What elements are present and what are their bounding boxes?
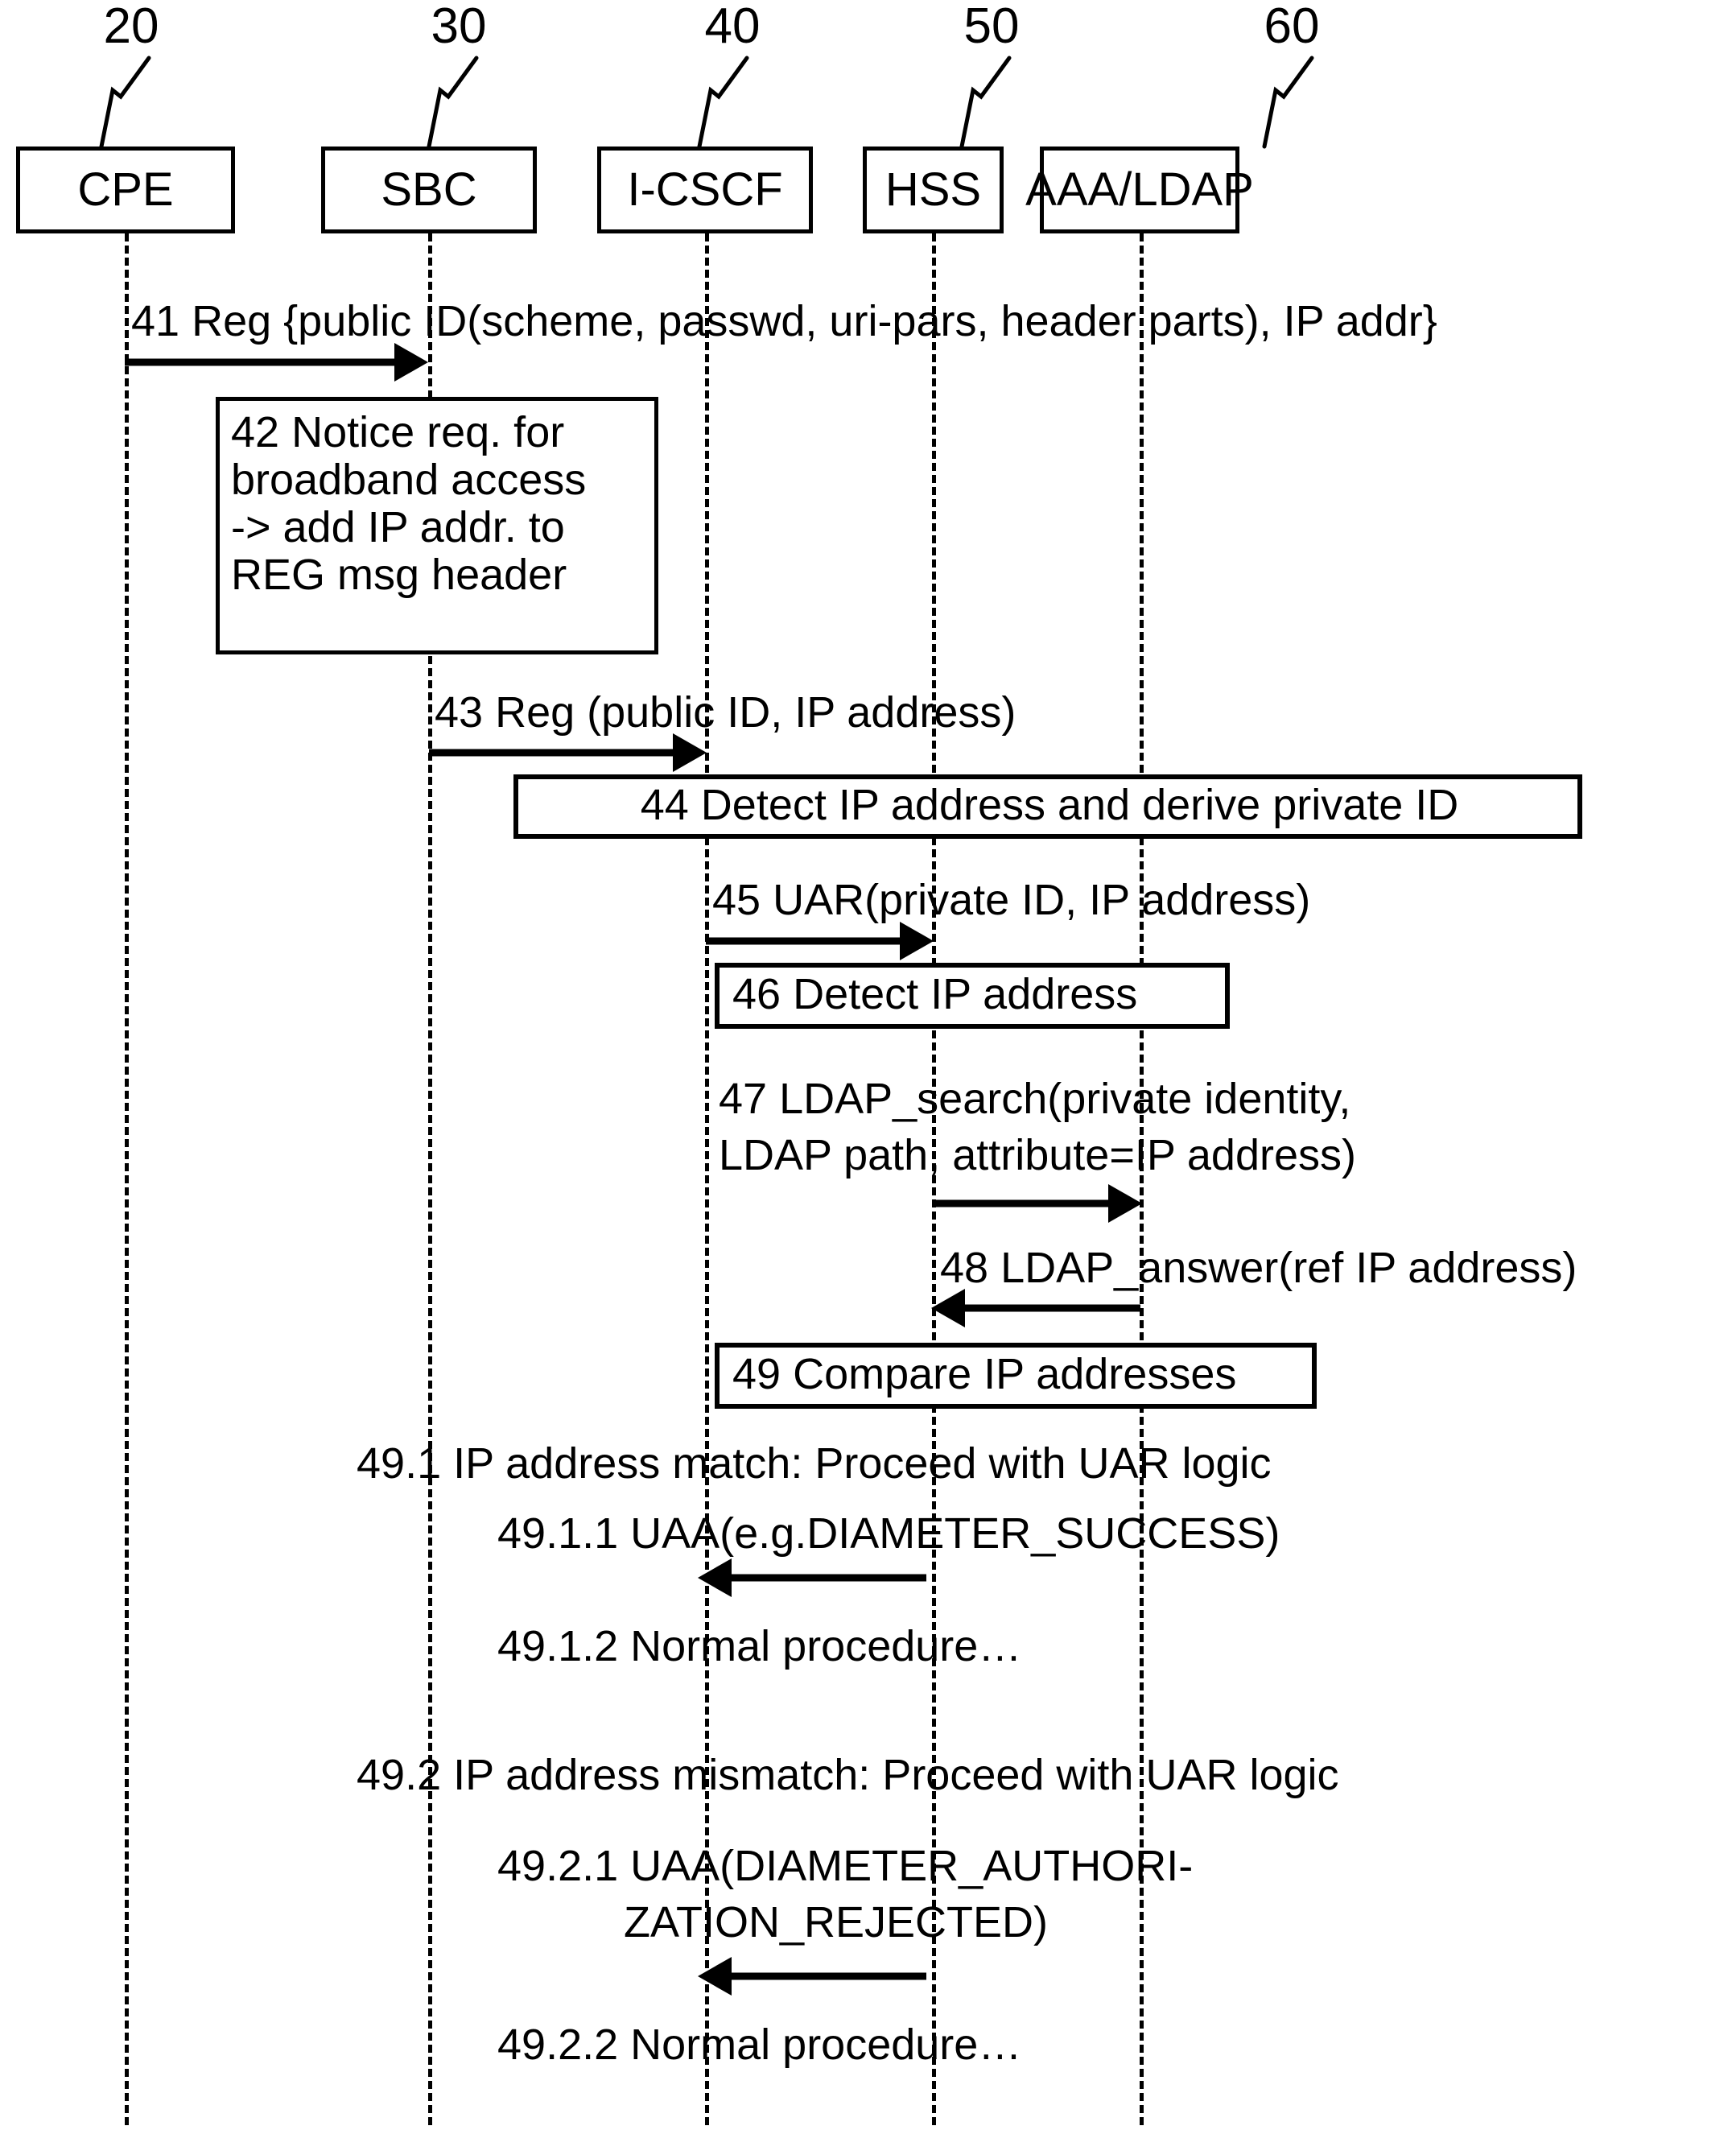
note-box-49: 49 Compare IP addresses	[715, 1343, 1317, 1409]
message-arrow-48	[931, 1289, 1140, 1327]
reference-numeral-60: 60	[1264, 0, 1320, 54]
note-box-44: 44 Detect IP address and derive private …	[513, 774, 1582, 839]
actor-box-aaa-ldap[interactable]: AAA/LDAP	[1025, 147, 1254, 233]
note-box-46: 46 Detect IP address	[715, 963, 1230, 1029]
leader-lines	[99, 56, 1314, 149]
note-49-label: 49 Compare IP addresses	[732, 1349, 1237, 1398]
message-arrow-41	[125, 343, 428, 382]
note-44-label: 44 Detect IP address and derive private …	[640, 780, 1459, 829]
actor-label-aaa-ldap: AAA/LDAP	[1025, 163, 1254, 216]
message-label-49-2-2: 49.2.2 Normal procedure…	[497, 2021, 1022, 2069]
note-42-line-3: -> add IP addr. to	[231, 503, 565, 551]
reference-numeral-40: 40	[704, 0, 761, 54]
reference-numeral-20: 20	[103, 0, 159, 54]
reference-numeral-50: 50	[963, 0, 1020, 54]
message-label-49-2-1-line-1: 49.2.1 UAA(DIAMETER_AUTHORI-	[497, 1842, 1194, 1890]
actor-label-hss: HSS	[884, 163, 982, 216]
actor-label-sbc: SBC	[381, 163, 477, 216]
reference-numeral-30: 30	[431, 0, 487, 54]
message-label-47-line-2: LDAP path, attribute=IP address)	[719, 1131, 1356, 1179]
message-arrow-49-2-1	[698, 1957, 926, 1996]
message-label-49-1-1: 49.1.1 UAA(e.g.DIAMETER_SUCCESS)	[497, 1509, 1280, 1558]
note-42-line-2: broadband access	[231, 456, 587, 504]
message-arrow-45	[706, 922, 934, 960]
message-arrow-49-1-1	[698, 1558, 926, 1597]
note-box-42: 42 Notice req. for broadband access -> a…	[216, 397, 658, 654]
note-42-line-4: REG msg header	[231, 551, 567, 599]
message-arrow-47	[934, 1184, 1142, 1223]
message-label-47-line-1: 47 LDAP_search(private identity,	[719, 1075, 1351, 1123]
message-label-49-2-1-line-2: ZATION_REJECTED)	[624, 1898, 1049, 1946]
note-46-label: 46 Detect IP address	[732, 969, 1138, 1018]
message-label-49-1-2: 49.1.2 Normal procedure…	[497, 1622, 1022, 1670]
note-42-line-1: 42 Notice req. for	[231, 408, 565, 456]
actor-label-i-cscf: I-CSCF	[627, 163, 783, 216]
actor-box-cpe[interactable]: CPE	[16, 147, 235, 233]
sequence-diagram-figure: 20 30 40 50 60 CPE SBC I-CSCF HSS AAA/LD…	[0, 0, 1736, 2130]
message-label-49-1: 49.1 IP address match: Proceed with UAR …	[357, 1439, 1272, 1488]
actor-box-sbc[interactable]: SBC	[321, 147, 537, 233]
actor-box-hss[interactable]: HSS	[863, 147, 1004, 233]
message-label-49-2: 49.2 IP address mismatch: Proceed with U…	[357, 1751, 1339, 1799]
actor-box-i-cscf[interactable]: I-CSCF	[597, 147, 813, 233]
message-arrow-43	[429, 733, 707, 772]
actor-label-cpe: CPE	[77, 163, 174, 216]
lifeline-cpe	[125, 233, 129, 2125]
